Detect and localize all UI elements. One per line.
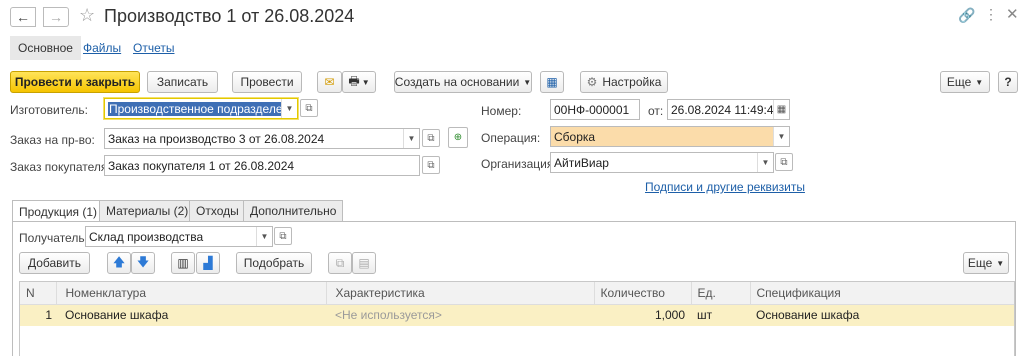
cell-characteristic: <Не используется> xyxy=(335,308,442,323)
move-up-button[interactable]: 🡅 xyxy=(107,252,131,274)
table-row[interactable]: 1 Основание шкафа <Не используется> 1,00… xyxy=(20,304,1014,326)
maker-value: Производственное подразделение xyxy=(108,101,297,116)
structure-icon[interactable]: ▦ xyxy=(540,71,564,93)
maker-field[interactable]: Производственное подразделение ▼ xyxy=(104,98,298,119)
table-more-button[interactable]: Еще ▼ xyxy=(963,252,1009,274)
maker-label: Изготовитель: xyxy=(10,103,88,117)
org-value: АйтиВиар xyxy=(554,155,609,170)
date-value: 26.08.2024 11:49:45 xyxy=(671,102,781,117)
open-customer-order-icon[interactable]: ⧉ xyxy=(422,156,440,174)
tab-main[interactable]: Основное xyxy=(10,36,81,60)
tab-products[interactable]: Продукция (1) xyxy=(12,200,105,222)
post-button[interactable]: Провести xyxy=(232,71,302,93)
number-label: Номер: xyxy=(481,104,522,118)
settings-label: Настройка xyxy=(602,75,662,89)
chevron-down-icon[interactable]: ▼ xyxy=(281,99,297,118)
col-unit[interactable]: Ед. xyxy=(691,282,751,305)
cell-n: 1 xyxy=(45,308,52,323)
more-label: Еще xyxy=(946,75,972,89)
email-button[interactable]: ✉ xyxy=(317,71,342,93)
recipient-label: Получатель: xyxy=(19,231,88,245)
open-maker-icon[interactable]: ⧉ xyxy=(300,99,318,117)
chevron-down-icon[interactable]: ▼ xyxy=(403,129,419,148)
recipient-value: Склад производства xyxy=(89,229,204,244)
operation-value: Сборка xyxy=(554,129,596,144)
open-org-icon[interactable]: ⧉ xyxy=(775,153,793,171)
customer-order-label: Заказ покупателя: xyxy=(10,160,111,174)
cell-spec: Основание шкафа xyxy=(756,308,860,323)
move-down-button[interactable]: 🡇 xyxy=(131,252,155,274)
chevron-down-icon[interactable]: ▼ xyxy=(757,153,773,172)
tab-reports[interactable]: Отчеты xyxy=(133,41,174,55)
calendar-icon[interactable]: ▦ xyxy=(773,100,789,119)
col-characteristic[interactable]: Характеристика xyxy=(326,282,595,305)
forward-button[interactable]: → xyxy=(43,7,69,27)
settings-button[interactable]: ⚙ Настройка xyxy=(580,71,668,93)
org-field[interactable]: АйтиВиар ▼ xyxy=(550,152,774,173)
star-icon[interactable]: ☆ xyxy=(79,5,95,26)
print-button[interactable]: 🖶 ▼ xyxy=(342,71,376,93)
customer-order-field[interactable]: Заказ покупателя 1 от 26.08.2024 xyxy=(104,155,420,176)
chevron-down-icon[interactable]: ▼ xyxy=(773,127,789,146)
products-table: N Номенклатура Характеристика Количество… xyxy=(19,281,1015,356)
barcode-button[interactable]: ▥ xyxy=(171,252,195,274)
create-based-button[interactable]: Создать на основании ▼ xyxy=(394,71,532,93)
col-spec[interactable]: Спецификация xyxy=(750,282,1014,305)
col-qty[interactable]: Количество xyxy=(594,282,692,305)
order-field[interactable]: Заказ на производство 3 от 26.08.2024 ▼ xyxy=(104,128,420,149)
cell-unit: шт xyxy=(697,308,713,323)
more-button[interactable]: Еще ▼ xyxy=(940,71,990,93)
number-field[interactable]: 00НФ-000001 xyxy=(550,99,640,120)
cell-item: Основание шкафа xyxy=(65,308,169,323)
tab-files[interactable]: Файлы xyxy=(83,41,121,55)
date-field[interactable]: 26.08.2024 11:49:45 ▦ xyxy=(667,99,790,120)
post-and-close-button[interactable]: Провести и закрыть xyxy=(10,71,140,93)
open-recipient-icon[interactable]: ⧉ xyxy=(274,227,292,245)
add-button[interactable]: Добавить xyxy=(19,252,90,274)
tab-main-label: Основное xyxy=(18,41,73,55)
col-n[interactable]: N xyxy=(20,282,57,305)
number-value: 00НФ-000001 xyxy=(554,102,630,117)
menu-icon[interactable]: ⋮ xyxy=(984,6,998,23)
cell-qty: 1,000 xyxy=(654,308,685,323)
close-icon[interactable]: ✕ xyxy=(1006,5,1019,23)
table-more-label: Еще xyxy=(967,256,993,270)
signatures-link[interactable]: Подписи и другие реквизиты xyxy=(645,180,805,194)
back-button[interactable]: ← xyxy=(10,7,36,27)
paste-button[interactable]: ▤ xyxy=(352,252,376,274)
customer-order-value: Заказ покупателя 1 от 26.08.2024 xyxy=(108,158,295,173)
tab-waste[interactable]: Отходы xyxy=(189,200,246,221)
order-value: Заказ на производство 3 от 26.08.2024 xyxy=(108,131,325,146)
help-button[interactable]: ? xyxy=(998,71,1018,93)
tab-materials[interactable]: Материалы (2) xyxy=(99,200,196,221)
from-label: от: xyxy=(648,104,664,118)
chevron-down-icon[interactable]: ▼ xyxy=(256,227,272,246)
gear-icon: ⚙ xyxy=(586,75,598,89)
recipient-field[interactable]: Склад производства ▼ xyxy=(85,226,273,247)
org-label: Организация: xyxy=(481,157,557,171)
create-based-label: Создать на основании xyxy=(394,75,520,89)
terminal-button[interactable]: ▟ xyxy=(196,252,220,274)
open-order-icon[interactable]: ⧉ xyxy=(422,129,440,147)
operation-label: Операция: xyxy=(481,131,541,145)
col-item[interactable]: Номенклатура xyxy=(56,282,327,305)
page-title: Производство 1 от 26.08.2024 xyxy=(104,6,355,26)
operation-field[interactable]: Сборка ▼ xyxy=(550,126,790,147)
order-label: Заказ на пр-во: xyxy=(10,133,95,147)
copy-button[interactable]: ⧉ xyxy=(328,252,352,274)
fill-icon[interactable]: ⊕ xyxy=(448,127,468,148)
link-icon[interactable]: 🔗 xyxy=(958,7,975,24)
select-button[interactable]: Подобрать xyxy=(236,252,312,274)
save-button[interactable]: Записать xyxy=(147,71,218,93)
tab-additional[interactable]: Дополнительно xyxy=(243,200,344,221)
table-header: N Номенклатура Характеристика Количество… xyxy=(20,282,1014,305)
